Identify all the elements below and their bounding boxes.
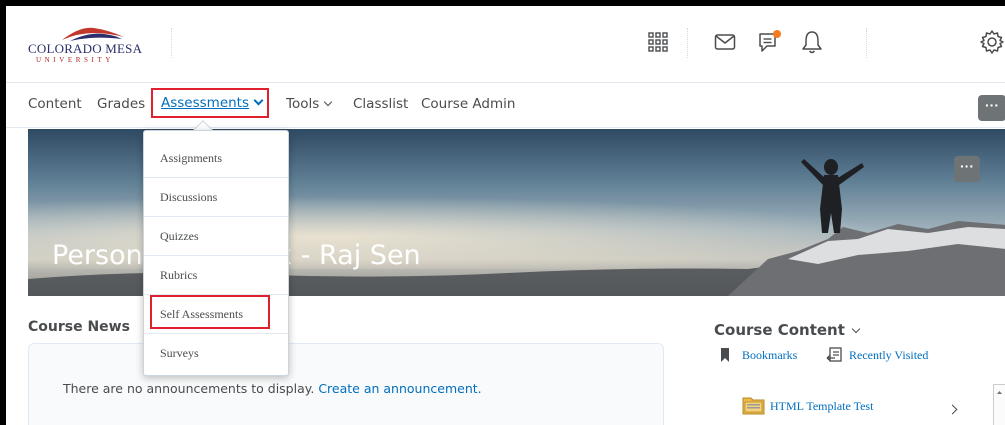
nav-assessments-label: Assessments: [161, 95, 250, 111]
course-navbar: Content Grades Assessments Tools Classli…: [6, 83, 1005, 128]
menu-item-surveys[interactable]: Surveys: [144, 334, 288, 373]
course-content-heading[interactable]: Course Content: [714, 321, 861, 339]
menu-item-rubrics[interactable]: Rubrics: [144, 256, 288, 295]
recently-visited-link[interactable]: Recently Visited: [849, 348, 928, 363]
nav-tools-label: Tools: [286, 96, 320, 112]
waffle-grid-icon[interactable]: [644, 28, 672, 56]
header-divider: [687, 28, 688, 58]
nav-tools[interactable]: Tools: [286, 96, 333, 112]
content-item-link[interactable]: HTML Template Test: [770, 399, 873, 414]
app-window: COLORADO MESA UNIVERSITY Content Grades …: [0, 0, 1005, 425]
chevron-right-icon[interactable]: [947, 404, 958, 415]
logo-name: COLORADO MESA: [28, 41, 143, 56]
header-divider: [171, 28, 172, 58]
chevron-down-icon: [851, 324, 861, 334]
gear-icon[interactable]: [978, 28, 1005, 56]
bell-icon[interactable]: [798, 28, 826, 56]
course-content-title: Course Content: [714, 321, 845, 339]
mail-icon[interactable]: [711, 28, 739, 56]
header-divider: [866, 28, 867, 58]
bookmarks-link[interactable]: Bookmarks: [742, 348, 797, 363]
course-news-panel: There are no announcements to display. C…: [28, 343, 664, 425]
nav-classlist[interactable]: Classlist: [353, 96, 408, 112]
nav-grades[interactable]: Grades: [97, 96, 145, 112]
menu-item-discussions[interactable]: Discussions: [144, 178, 288, 217]
news-empty-message: There are no announcements to display. C…: [63, 381, 482, 396]
nav-course-admin[interactable]: Course Admin: [421, 96, 515, 112]
chevron-down-icon: [253, 95, 264, 106]
logo-mesa-icon: [62, 27, 124, 41]
chevron-down-icon: [324, 97, 333, 107]
recently-visited-icon: [826, 347, 842, 362]
nav-assessments[interactable]: Assessments: [161, 95, 264, 111]
menu-item-assignments[interactable]: Assignments: [144, 139, 288, 178]
course-news-heading: Course News: [28, 319, 130, 335]
news-empty-text: There are no announcements to display.: [63, 381, 319, 396]
banner-more-button[interactable]: ···: [954, 156, 980, 182]
nav-content[interactable]: Content: [28, 96, 82, 112]
menu-item-quizzes[interactable]: Quizzes: [144, 217, 288, 256]
create-announcement-link[interactable]: Create an announcement.: [318, 381, 481, 396]
university-logo[interactable]: COLORADO MESA UNIVERSITY: [28, 22, 158, 64]
content-scrollbar[interactable]: [993, 384, 1005, 425]
nav-more-button[interactable]: ···: [978, 95, 1005, 121]
self-assessments-highlight-box: [150, 295, 270, 329]
folder-icon: [742, 397, 765, 415]
logo-subtitle: UNIVERSITY: [36, 56, 114, 64]
top-header: COLORADO MESA UNIVERSITY: [6, 6, 1005, 82]
assessments-dropdown-menu: Assignments Discussions Quizzes Rubrics …: [143, 130, 289, 376]
chat-notification-icon[interactable]: [756, 28, 784, 56]
scroll-up-icon[interactable]: [994, 387, 1005, 399]
bookmark-icon: [721, 348, 729, 362]
